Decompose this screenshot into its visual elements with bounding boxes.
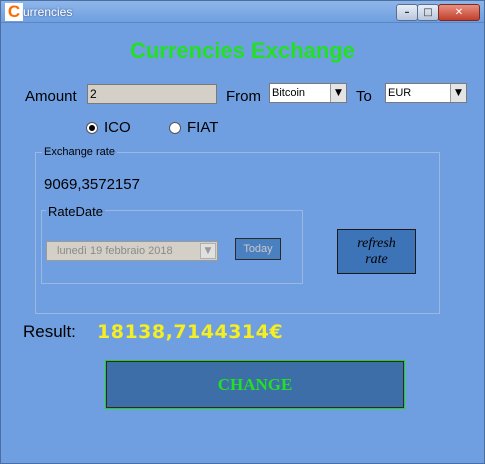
window-title: urrencies — [23, 5, 73, 19]
title-bar[interactable]: C urrencies – □ ✕ — [1, 1, 484, 23]
client-area: Currencies Exchange Amount 2 From Bitcoi… — [5, 24, 480, 461]
refresh-rate-label-line2: rate — [365, 252, 388, 267]
ico-radio-label[interactable]: ICO — [104, 119, 131, 137]
maximize-button[interactable]: □ — [417, 4, 439, 21]
refresh-rate-button[interactable]: refresh rate — [337, 229, 416, 274]
rate-date-picker[interactable]: lunedì 19 febbraio 2018 ▼ — [46, 241, 218, 261]
exchange-rate-value: 9069,3572157 — [44, 176, 140, 193]
rate-date-value: lunedì 19 febbraio 2018 — [57, 245, 173, 257]
to-currency-value: EUR — [388, 87, 412, 99]
from-label: From — [226, 88, 261, 105]
refresh-rate-label-line1: refresh — [357, 236, 396, 251]
amount-input[interactable]: 2 — [87, 84, 217, 104]
to-currency-select[interactable]: EUR ▼ — [385, 83, 467, 103]
chevron-down-icon[interactable]: ▼ — [330, 84, 346, 102]
from-currency-value: Bitcoin — [272, 87, 306, 99]
amount-label: Amount — [25, 88, 77, 105]
app-icon: C — [5, 3, 23, 21]
ico-radio[interactable] — [86, 122, 98, 134]
currencies-window: C urrencies – □ ✕ Currencies Exchange Am… — [0, 0, 485, 464]
fiat-radio-label[interactable]: FIAT — [187, 119, 218, 137]
page-title: Currencies Exchange — [130, 38, 355, 63]
minimize-button[interactable]: – — [396, 4, 418, 21]
close-button[interactable]: ✕ — [438, 4, 480, 21]
chevron-down-icon[interactable]: ▼ — [200, 243, 216, 259]
result-value: 18138,7144314€ — [97, 321, 284, 343]
rate-date-group-label: RateDate — [46, 204, 105, 219]
result-label: Result: — [23, 322, 76, 341]
chevron-down-icon[interactable]: ▼ — [450, 84, 466, 102]
today-button[interactable]: Today — [235, 238, 281, 260]
fiat-radio[interactable] — [169, 122, 181, 134]
change-button[interactable]: CHANGE — [105, 360, 405, 409]
exchange-rate-group-label: Exchange rate — [42, 146, 117, 158]
to-label: To — [356, 88, 372, 105]
from-currency-select[interactable]: Bitcoin ▼ — [269, 83, 347, 103]
